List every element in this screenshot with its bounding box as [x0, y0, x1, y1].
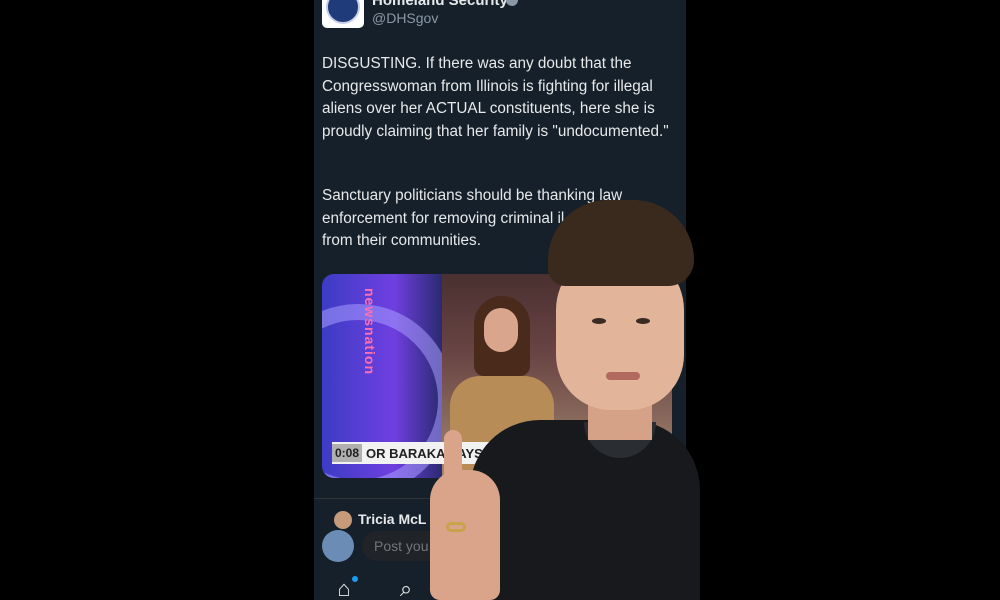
video-timestamp: 0:08 — [332, 444, 363, 462]
user-avatar[interactable] — [322, 530, 354, 562]
author-name[interactable]: Homeland Security — [372, 0, 508, 9]
creator-overlay — [430, 200, 700, 600]
search-icon[interactable]: ⌕ — [394, 576, 418, 600]
reply-avatar — [334, 511, 352, 529]
dhs-seal-icon — [326, 0, 360, 24]
notification-dot — [352, 576, 358, 582]
creator-shirt — [470, 420, 700, 600]
tweet-text-paragraph-1: DISGUSTING. If there was any doubt that … — [322, 55, 669, 140]
author-handle[interactable]: @DHSgov — [372, 10, 438, 26]
ring — [446, 522, 466, 532]
creator-hand — [430, 470, 500, 600]
creator-hair — [548, 200, 694, 286]
dhs-avatar[interactable] — [322, 0, 364, 28]
network-logo: newsnation — [362, 288, 378, 376]
reply-author-name: Tricia McL — [358, 511, 427, 527]
